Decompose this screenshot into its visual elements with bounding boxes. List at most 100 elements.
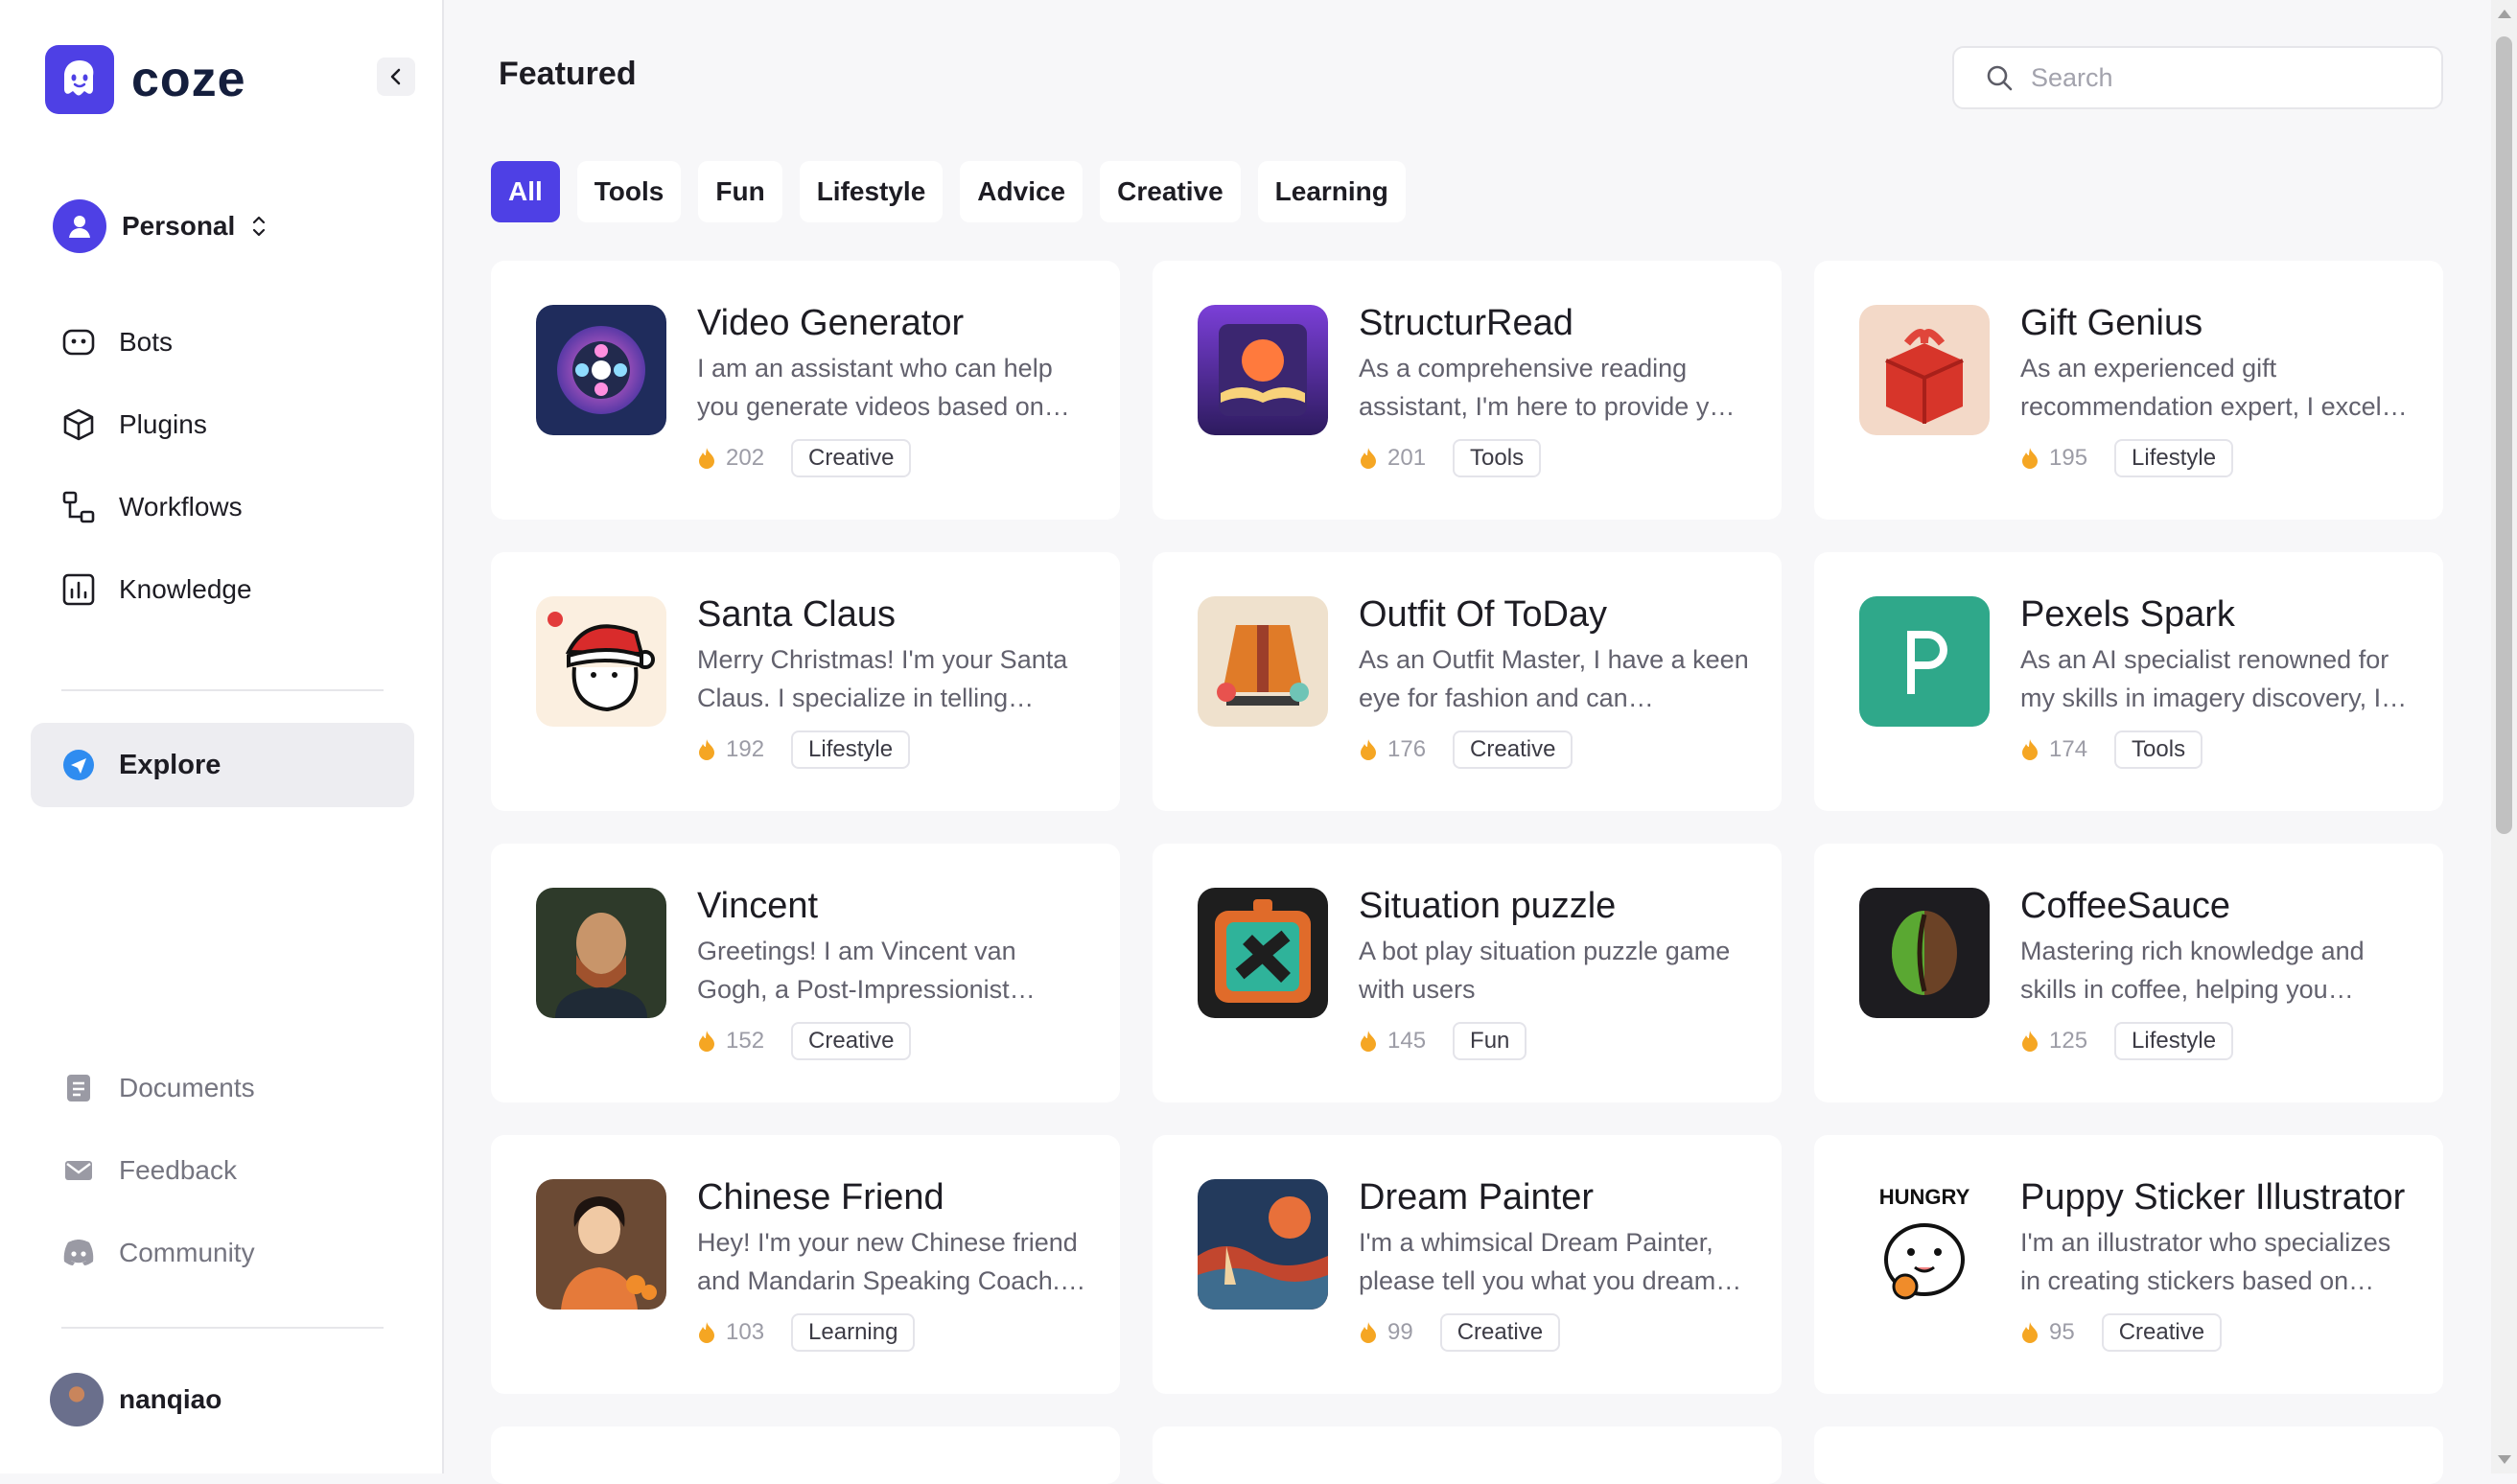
- usage-count: 192: [726, 736, 765, 762]
- user-name: nanqiao: [119, 1384, 222, 1414]
- category-tag: Creative: [2101, 1313, 2223, 1352]
- category-tag: Fun: [1453, 1022, 1527, 1060]
- flame-icon: [2020, 738, 2039, 761]
- category-tag: Creative: [791, 439, 912, 477]
- divider: [61, 1327, 384, 1329]
- nav-item-knowledge[interactable]: Knowledge: [31, 548, 414, 631]
- usage-count: 202: [726, 445, 765, 471]
- card-description: I'm a whimsical Dream Painter, please te…: [1359, 1228, 1742, 1295]
- bot-card[interactable]: Gift Genius As an experienced gift recomm…: [1814, 261, 2443, 520]
- pexels-icon: [1859, 596, 1990, 727]
- flame-icon: [2020, 1030, 2039, 1053]
- cube-icon: [61, 407, 96, 442]
- card-title: Santa Claus: [697, 594, 897, 635]
- film-reel-icon: [536, 305, 666, 435]
- coffee-bean-icon: [1859, 888, 1990, 1018]
- card-description: Merry Christmas! I'm your Santa Claus. I…: [697, 645, 1068, 712]
- filter-chip-advice[interactable]: Advice: [960, 161, 1084, 222]
- scroll-down-arrow-icon[interactable]: [2498, 1455, 2511, 1464]
- open-book-icon: [1198, 305, 1328, 435]
- search-input[interactable]: [2029, 61, 2435, 94]
- collapse-sidebar-button[interactable]: [377, 58, 415, 96]
- bot-card[interactable]: Vincent Greetings! I am Vincent van Gogh,…: [491, 844, 1120, 1102]
- nav-item-explore[interactable]: Explore: [31, 723, 414, 807]
- search-box[interactable]: [1952, 46, 2443, 109]
- compass-icon: [61, 748, 96, 782]
- santa-icon: [536, 596, 666, 727]
- search-icon: [1987, 65, 2013, 91]
- bot-card[interactable]: [1153, 1426, 1782, 1484]
- coze-logo-icon: [45, 45, 114, 114]
- bot-card[interactable]: StructurRead As a comprehensive reading a…: [1153, 261, 1782, 520]
- bot-card[interactable]: Santa Claus Merry Christmas! I'm your San…: [491, 552, 1120, 811]
- card-title: Gift Genius: [2020, 303, 2203, 343]
- card-body: Gift Genius As an experienced gift recomm…: [2020, 303, 2414, 520]
- avatar: [50, 1373, 104, 1426]
- category-tag: Creative: [1453, 730, 1573, 769]
- category-tag: Learning: [791, 1313, 916, 1352]
- bot-card[interactable]: CoffeeSauce Mastering rich knowledge and …: [1814, 844, 2443, 1102]
- nav-item-community[interactable]: Community: [31, 1212, 414, 1294]
- card-title: Chinese Friend: [697, 1177, 944, 1217]
- chevron-left-icon: [390, 68, 401, 85]
- filter-chip-all[interactable]: All: [491, 161, 560, 222]
- bot-card[interactable]: Video Generator I am an assistant who can…: [491, 261, 1120, 520]
- filter-chip-creative[interactable]: Creative: [1100, 161, 1241, 222]
- chart-icon: [61, 572, 96, 607]
- nav-item-workflows[interactable]: Workflows: [31, 466, 414, 548]
- category-tag: Creative: [791, 1022, 912, 1060]
- card-title: StructurRead: [1359, 303, 1573, 343]
- bot-card[interactable]: [1814, 1426, 2443, 1484]
- scroll-up-arrow-icon[interactable]: [2498, 10, 2511, 18]
- woman-portrait-icon: [536, 1179, 666, 1310]
- scrollbar-thumb[interactable]: [2496, 36, 2512, 834]
- usage-count: 176: [1387, 736, 1427, 762]
- bot-card[interactable]: Outfit Of ToDay As an Outfit Master, I ha…: [1153, 552, 1782, 811]
- nav-item-bots[interactable]: Bots: [31, 301, 414, 383]
- nav-label: Explore: [119, 749, 221, 780]
- nav-item-feedback[interactable]: Feedback: [31, 1129, 414, 1212]
- bot-card-grid: Video Generator I am an assistant who can…: [491, 261, 2443, 1484]
- flame-icon: [1359, 738, 1378, 761]
- usage-count: 201: [1387, 445, 1427, 471]
- primary-nav: Bots Plugins Workflows Knowledge: [31, 301, 414, 631]
- card-meta: 202 Creative: [697, 439, 1091, 477]
- logo[interactable]: coze: [45, 45, 246, 114]
- flame-icon: [1359, 1030, 1378, 1053]
- nav-label: Bots: [119, 327, 174, 357]
- bot-card[interactable]: [491, 1426, 1120, 1484]
- bot-card[interactable]: Pexels Spark As an AI specialist renowned…: [1814, 552, 2443, 811]
- nav-item-plugins[interactable]: Plugins: [31, 383, 414, 466]
- bot-card[interactable]: Dream Painter I'm a whimsical Dream Paint…: [1153, 1135, 1782, 1394]
- usage-count: 103: [726, 1319, 765, 1345]
- bot-card[interactable]: Situation puzzle A bot play situation puz…: [1153, 844, 1782, 1102]
- card-body: Dream Painter I'm a whimsical Dream Paint…: [1359, 1177, 1753, 1394]
- bot-icon: [61, 325, 96, 359]
- card-description: As an experienced gift recommendation ex…: [2020, 354, 2408, 421]
- filter-chip-tools[interactable]: Tools: [576, 161, 682, 222]
- usage-count: 95: [2049, 1319, 2075, 1345]
- scrollbar[interactable]: [2491, 0, 2517, 1473]
- category-tag: Lifestyle: [791, 730, 911, 769]
- usage-count: 99: [1387, 1319, 1413, 1345]
- card-body: Chinese Friend Hey! I'm your new Chinese …: [697, 1177, 1091, 1394]
- bot-card[interactable]: Chinese Friend Hey! I'm your new Chinese …: [491, 1135, 1120, 1394]
- card-description: As an AI specialist renowned for my skil…: [2020, 645, 2408, 712]
- space-label: Personal: [122, 211, 236, 241]
- card-title: CoffeeSauce: [2020, 886, 2231, 926]
- filter-chip-learning[interactable]: Learning: [1257, 161, 1406, 222]
- filter-chip-lifestyle[interactable]: Lifestyle: [799, 161, 944, 222]
- nav-item-documents[interactable]: Documents: [31, 1047, 414, 1129]
- card-body: Santa Claus Merry Christmas! I'm your San…: [697, 594, 1091, 811]
- nav-label: Plugins: [119, 409, 207, 439]
- card-meta: 99 Creative: [1359, 1313, 1753, 1352]
- card-meta: 95 Creative: [2020, 1313, 2414, 1352]
- app-name: coze: [131, 52, 246, 107]
- space-switcher[interactable]: Personal: [53, 199, 268, 253]
- user-profile[interactable]: nanqiao: [50, 1373, 221, 1426]
- card-title: Outfit Of ToDay: [1359, 594, 1608, 635]
- filter-chip-fun[interactable]: Fun: [698, 161, 782, 222]
- bot-card[interactable]: HUNGRY Puppy Sticker Illustrator I'm an il…: [1814, 1135, 2443, 1394]
- card-meta: 195 Lifestyle: [2020, 439, 2414, 477]
- card-body: Puppy Sticker Illustrator I'm an illustra…: [2020, 1177, 2414, 1394]
